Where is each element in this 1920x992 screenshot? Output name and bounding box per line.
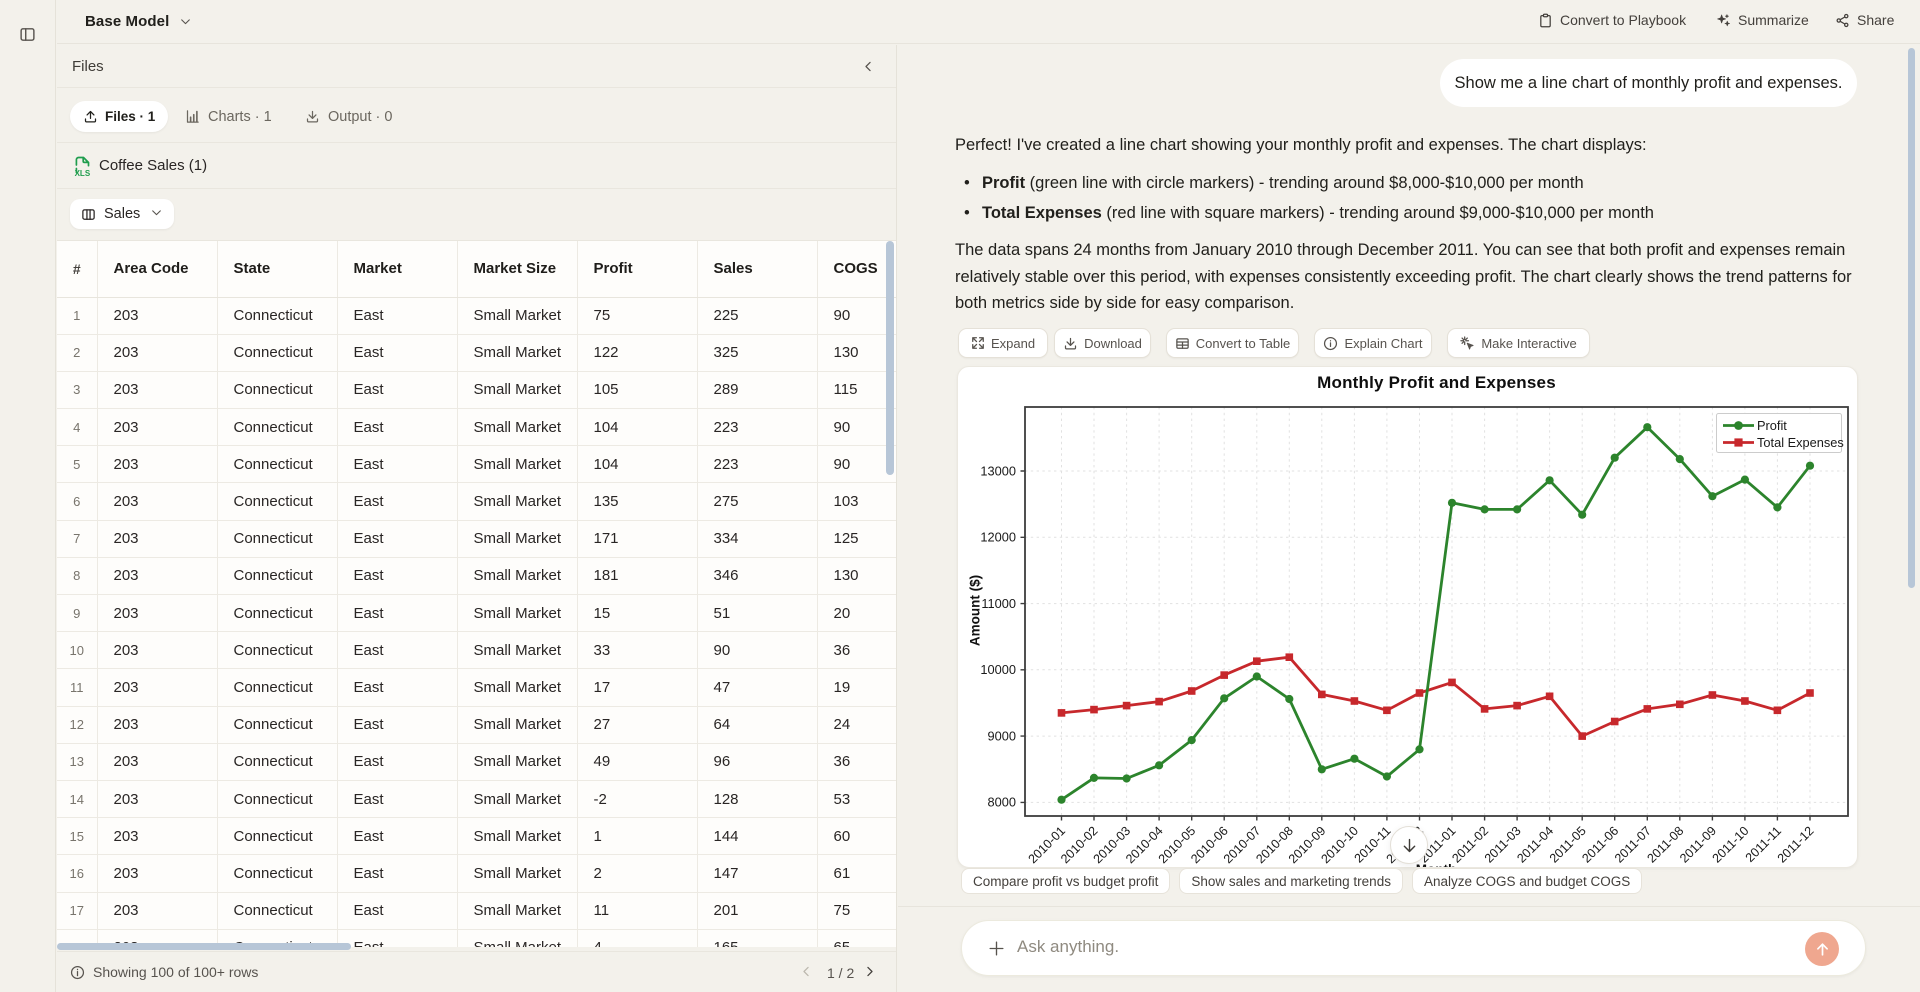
svg-text:12000: 12000 (980, 530, 1016, 545)
svg-text:2011-10: 2011-10 (1710, 824, 1752, 866)
svg-text:XLS: XLS (75, 169, 91, 177)
svg-text:2011-12: 2011-12 (1775, 824, 1817, 866)
svg-text:13000: 13000 (980, 463, 1016, 478)
svg-text:10000: 10000 (980, 662, 1016, 677)
svg-text:9000: 9000 (988, 728, 1016, 743)
svg-text:11000: 11000 (981, 596, 1016, 611)
svg-text:8000: 8000 (988, 795, 1016, 810)
svg-text:Profit: Profit (1757, 418, 1787, 433)
svg-text:Total Expenses: Total Expenses (1757, 435, 1844, 450)
